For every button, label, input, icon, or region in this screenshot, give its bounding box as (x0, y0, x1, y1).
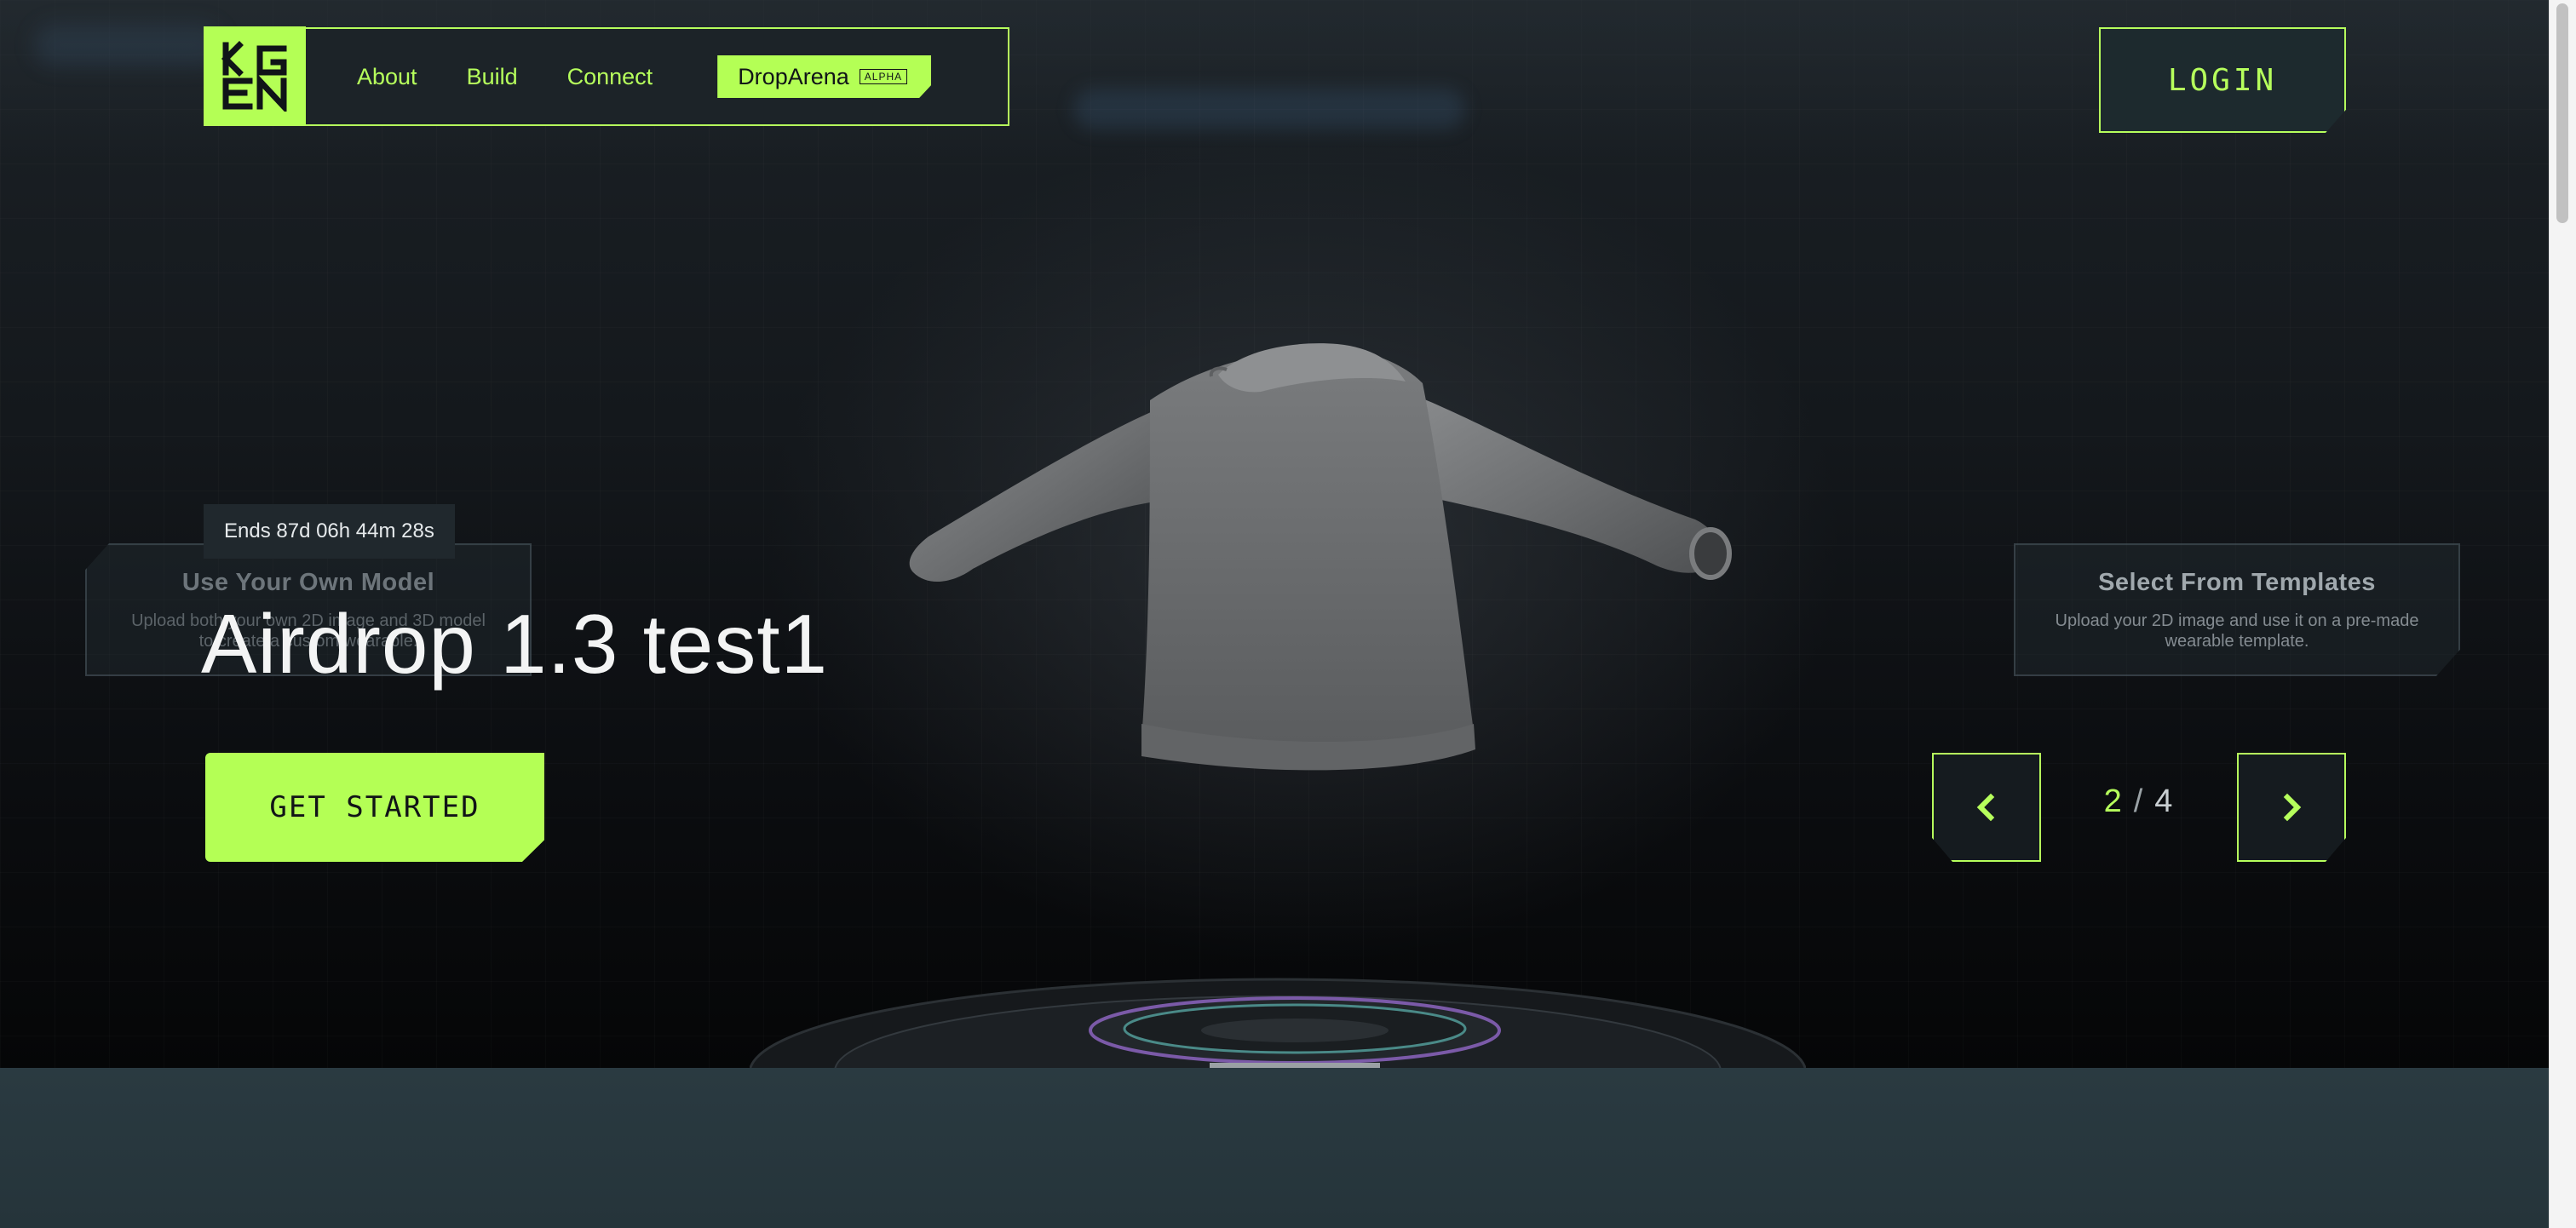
select-templates-panel: Select From Templates Upload your 2D ima… (2014, 543, 2460, 676)
slide-pager: 2 / 4 (2079, 783, 2198, 820)
droparena-label: DropArena (738, 63, 849, 89)
countdown-badge: Ends 87d 06h 44m 28s (204, 504, 455, 559)
alpha-badge: ALPHA (860, 69, 907, 84)
kgen-logo-glyph (221, 41, 287, 112)
blurred-background-element (1073, 89, 1465, 129)
panel-title: Select From Templates (2098, 569, 2376, 596)
top-navbar: About Build Connect DropArena ALPHA (204, 26, 1009, 126)
login-button[interactable]: LOGIN (2099, 27, 2346, 133)
panel-description: Upload your 2D image and use it on a pre… (2055, 611, 2419, 651)
kgen-logo-icon[interactable] (204, 26, 306, 125)
next-section (0, 1068, 2549, 1228)
hero-section: Use Your Own Model Upload both your own … (0, 0, 2549, 1068)
total-slides: 4 (2154, 783, 2173, 819)
page-scrollbar[interactable] (2549, 0, 2576, 1228)
nav-link-build[interactable]: Build (467, 64, 518, 90)
page-title: Airdrop 1.3 test1 (201, 597, 829, 691)
chevron-left-icon (1976, 793, 1995, 822)
get-started-button[interactable]: GET STARTED (205, 753, 544, 862)
previous-slide-button[interactable] (1932, 753, 2041, 862)
display-platform (750, 978, 1806, 1068)
chevron-right-icon (2274, 790, 2309, 824)
current-slide: 2 (2103, 783, 2122, 819)
next-slide-button[interactable] (2237, 753, 2346, 862)
droparena-button[interactable]: DropArena ALPHA (717, 55, 931, 98)
hoodie-3d-model (909, 343, 1732, 771)
scrollbar-thumb[interactable] (2556, 3, 2568, 223)
nav-link-connect[interactable]: Connect (567, 64, 653, 90)
nav-link-about[interactable]: About (357, 64, 417, 90)
pager-separator: / (2133, 783, 2143, 819)
blurred-background-element (34, 24, 221, 66)
panel-title: Use Your Own Model (181, 569, 435, 596)
